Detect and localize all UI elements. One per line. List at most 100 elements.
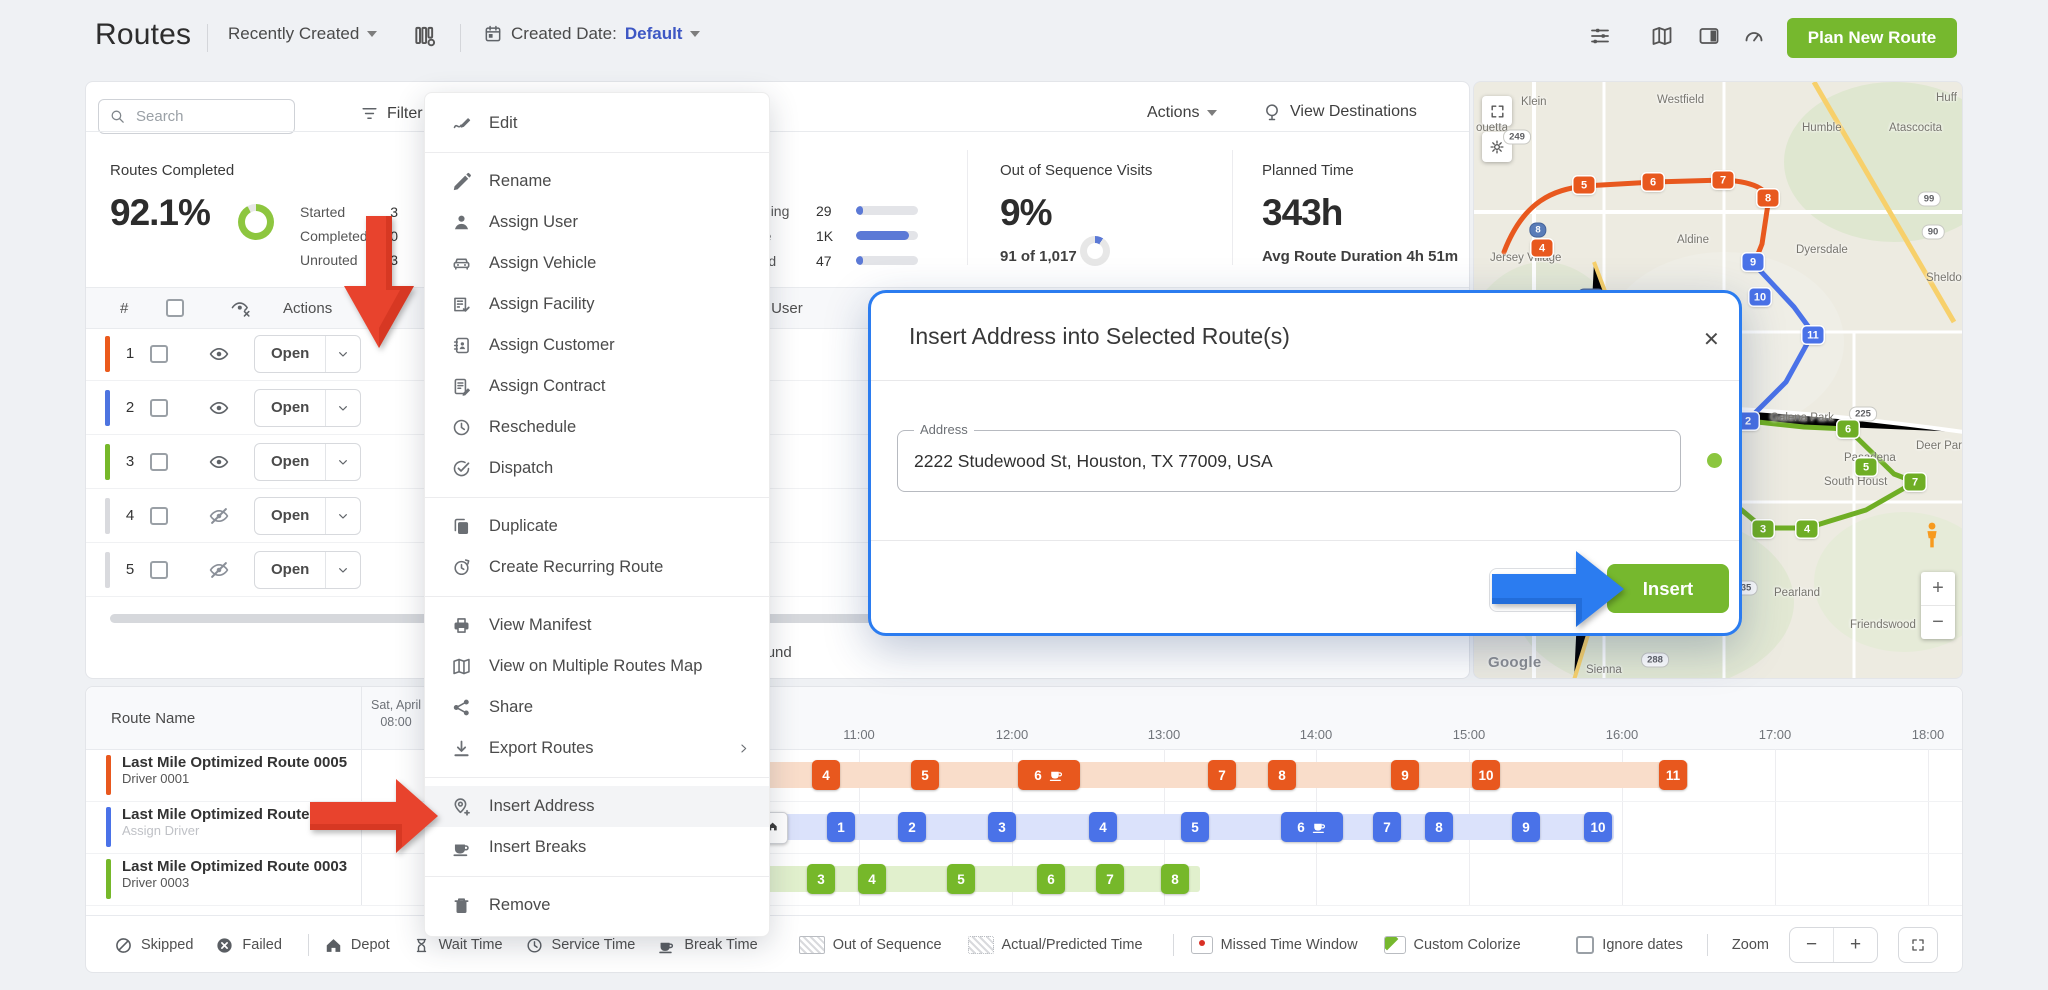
open-route-button[interactable]: Open xyxy=(254,551,361,589)
sort-dropdown[interactable]: Recently Created xyxy=(228,24,377,44)
pegman-icon[interactable] xyxy=(1921,522,1943,548)
row-checkbox[interactable] xyxy=(150,345,168,363)
timeline-fullscreen-button[interactable] xyxy=(1898,927,1938,963)
menu-item-assign-user[interactable]: Assign User xyxy=(425,202,769,243)
menu-item-dispatch[interactable]: Dispatch xyxy=(425,448,769,489)
route-stop-6[interactable]: 6 xyxy=(1037,864,1065,894)
eye-x-icon[interactable] xyxy=(230,298,251,319)
menu-item-edit[interactable]: Edit xyxy=(425,103,769,144)
open-route-label[interactable]: Open xyxy=(255,390,325,426)
row-checkbox[interactable] xyxy=(150,453,168,471)
open-route-button[interactable]: Open xyxy=(254,389,361,427)
menu-item-view-on-multiple-routes-map[interactable]: View on Multiple Routes Map xyxy=(425,646,769,687)
open-route-button[interactable]: Open xyxy=(254,443,361,481)
route-stop-10[interactable]: 10 xyxy=(1472,760,1500,790)
row-checkbox[interactable] xyxy=(150,561,168,579)
eye-icon[interactable] xyxy=(208,343,234,365)
close-icon[interactable]: ✕ xyxy=(1703,327,1720,352)
route-stop-5[interactable]: 5 xyxy=(911,760,939,790)
search-input[interactable] xyxy=(134,107,268,126)
map-zoom-in-button[interactable]: + xyxy=(1921,572,1955,606)
route-stop-3[interactable]: 3 xyxy=(988,812,1016,842)
route-stop-7[interactable]: 7 xyxy=(1096,864,1124,894)
route-stop-8[interactable]: 8 xyxy=(1268,760,1296,790)
route-stop-8[interactable]: 8 xyxy=(1425,812,1453,842)
created-date-filter[interactable]: Created Date: Default xyxy=(483,24,700,44)
row-checkbox[interactable] xyxy=(150,399,168,417)
actions-dropdown[interactable]: Actions xyxy=(1147,104,1217,122)
eye-off-icon[interactable] xyxy=(208,559,234,581)
eye-off-icon[interactable] xyxy=(208,505,234,527)
open-route-label[interactable]: Open xyxy=(255,498,325,534)
menu-item-rename[interactable]: Rename xyxy=(425,161,769,202)
timeline-zoom-control[interactable]: − + xyxy=(1789,927,1878,963)
open-route-dropdown[interactable] xyxy=(325,498,360,534)
route-stop-4[interactable]: 4 xyxy=(1089,812,1117,842)
map-stop-marker-5[interactable]: 5 xyxy=(1856,459,1877,476)
open-route-label[interactable]: Open xyxy=(255,336,325,372)
eye-icon[interactable] xyxy=(208,451,234,473)
route-stop-6[interactable]: 6 xyxy=(1281,812,1343,842)
route-stop-4[interactable]: 4 xyxy=(812,760,840,790)
view-destinations-button[interactable]: View Destinations xyxy=(1262,102,1417,122)
menu-item-view-manifest[interactable]: View Manifest xyxy=(425,605,769,646)
map-view-icon[interactable] xyxy=(1650,24,1674,48)
menu-item-insert-address[interactable]: Insert Address xyxy=(425,786,769,827)
map-stop-marker-8[interactable]: 8 xyxy=(1758,190,1779,207)
route-stop-9[interactable]: 9 xyxy=(1512,812,1540,842)
map-zoom-control[interactable]: + − xyxy=(1921,572,1955,639)
zoom-in-button[interactable]: + xyxy=(1834,928,1877,962)
menu-item-remove[interactable]: Remove xyxy=(425,885,769,926)
open-route-button[interactable]: Open xyxy=(254,497,361,535)
map-stop-marker-7[interactable]: 7 xyxy=(1713,172,1734,189)
search-input-wrap[interactable] xyxy=(98,99,295,134)
map-stop-marker-7[interactable]: 7 xyxy=(1905,474,1926,491)
menu-item-create-recurring-route[interactable]: Create Recurring Route xyxy=(425,547,769,588)
menu-item-export-routes[interactable]: Export Routes xyxy=(425,728,769,769)
ignore-dates-checkbox[interactable] xyxy=(1576,936,1594,954)
map-stop-marker-11[interactable]: 11 xyxy=(1803,327,1824,344)
map-stop-marker-9[interactable]: 9 xyxy=(1743,254,1764,271)
route-stop-8[interactable]: 8 xyxy=(1161,864,1189,894)
map-stop-marker-6[interactable]: 6 xyxy=(1838,421,1859,438)
route-stop-7[interactable]: 7 xyxy=(1373,812,1401,842)
zoom-out-button[interactable]: − xyxy=(1790,928,1834,962)
table-columns-settings-icon[interactable] xyxy=(412,23,438,49)
route-stop-5[interactable]: 5 xyxy=(947,864,975,894)
dashboard-gauge-icon[interactable] xyxy=(1742,24,1766,48)
menu-item-assign-customer[interactable]: Assign Customer xyxy=(425,325,769,366)
route-stop-10[interactable]: 10 xyxy=(1584,812,1612,842)
eye-icon[interactable] xyxy=(208,397,234,419)
address-field[interactable]: Address 2222 Studewood St, Houston, TX 7… xyxy=(897,430,1681,492)
map-stop-marker-10[interactable]: 10 xyxy=(1750,289,1771,306)
route-stop-9[interactable]: 9 xyxy=(1391,760,1419,790)
route-stop-7[interactable]: 7 xyxy=(1208,760,1236,790)
menu-item-reschedule[interactable]: Reschedule xyxy=(425,407,769,448)
open-route-dropdown[interactable] xyxy=(325,552,360,588)
timeline-route-row[interactable]: Last Mile Optimized Route 0003 Driver 00… xyxy=(86,853,1962,906)
filter-button[interactable]: Filter xyxy=(360,104,423,123)
route-stop-5[interactable]: 5 xyxy=(1181,812,1209,842)
menu-item-duplicate[interactable]: Duplicate xyxy=(425,506,769,547)
select-all-checkbox[interactable] xyxy=(166,299,184,317)
open-route-label[interactable]: Open xyxy=(255,552,325,588)
menu-item-assign-facility[interactable]: Assign Facility xyxy=(425,284,769,325)
open-route-label[interactable]: Open xyxy=(255,444,325,480)
route-stop-6[interactable]: 6 xyxy=(1018,760,1080,790)
row-checkbox[interactable] xyxy=(150,507,168,525)
map-stop-marker-3[interactable]: 3 xyxy=(1753,521,1774,538)
route-stop-3[interactable]: 3 xyxy=(807,864,835,894)
menu-item-insert-breaks[interactable]: Insert Breaks xyxy=(425,827,769,868)
open-route-dropdown[interactable] xyxy=(325,390,360,426)
map-stop-marker-5[interactable]: 5 xyxy=(1574,177,1595,194)
plan-new-route-button[interactable]: Plan New Route xyxy=(1787,18,1957,58)
menu-item-assign-vehicle[interactable]: Assign Vehicle xyxy=(425,243,769,284)
map-stop-marker-4[interactable]: 4 xyxy=(1797,521,1818,538)
map-zoom-out-button[interactable]: − xyxy=(1921,606,1955,639)
map-stop-marker-6[interactable]: 6 xyxy=(1643,174,1664,191)
menu-item-assign-contract[interactable]: Assign Contract xyxy=(425,366,769,407)
panel-layout-icon[interactable] xyxy=(1697,24,1721,48)
open-route-dropdown[interactable] xyxy=(325,444,360,480)
route-stop-4[interactable]: 4 xyxy=(858,864,886,894)
ignore-dates-toggle[interactable]: Ignore dates xyxy=(1576,936,1683,954)
